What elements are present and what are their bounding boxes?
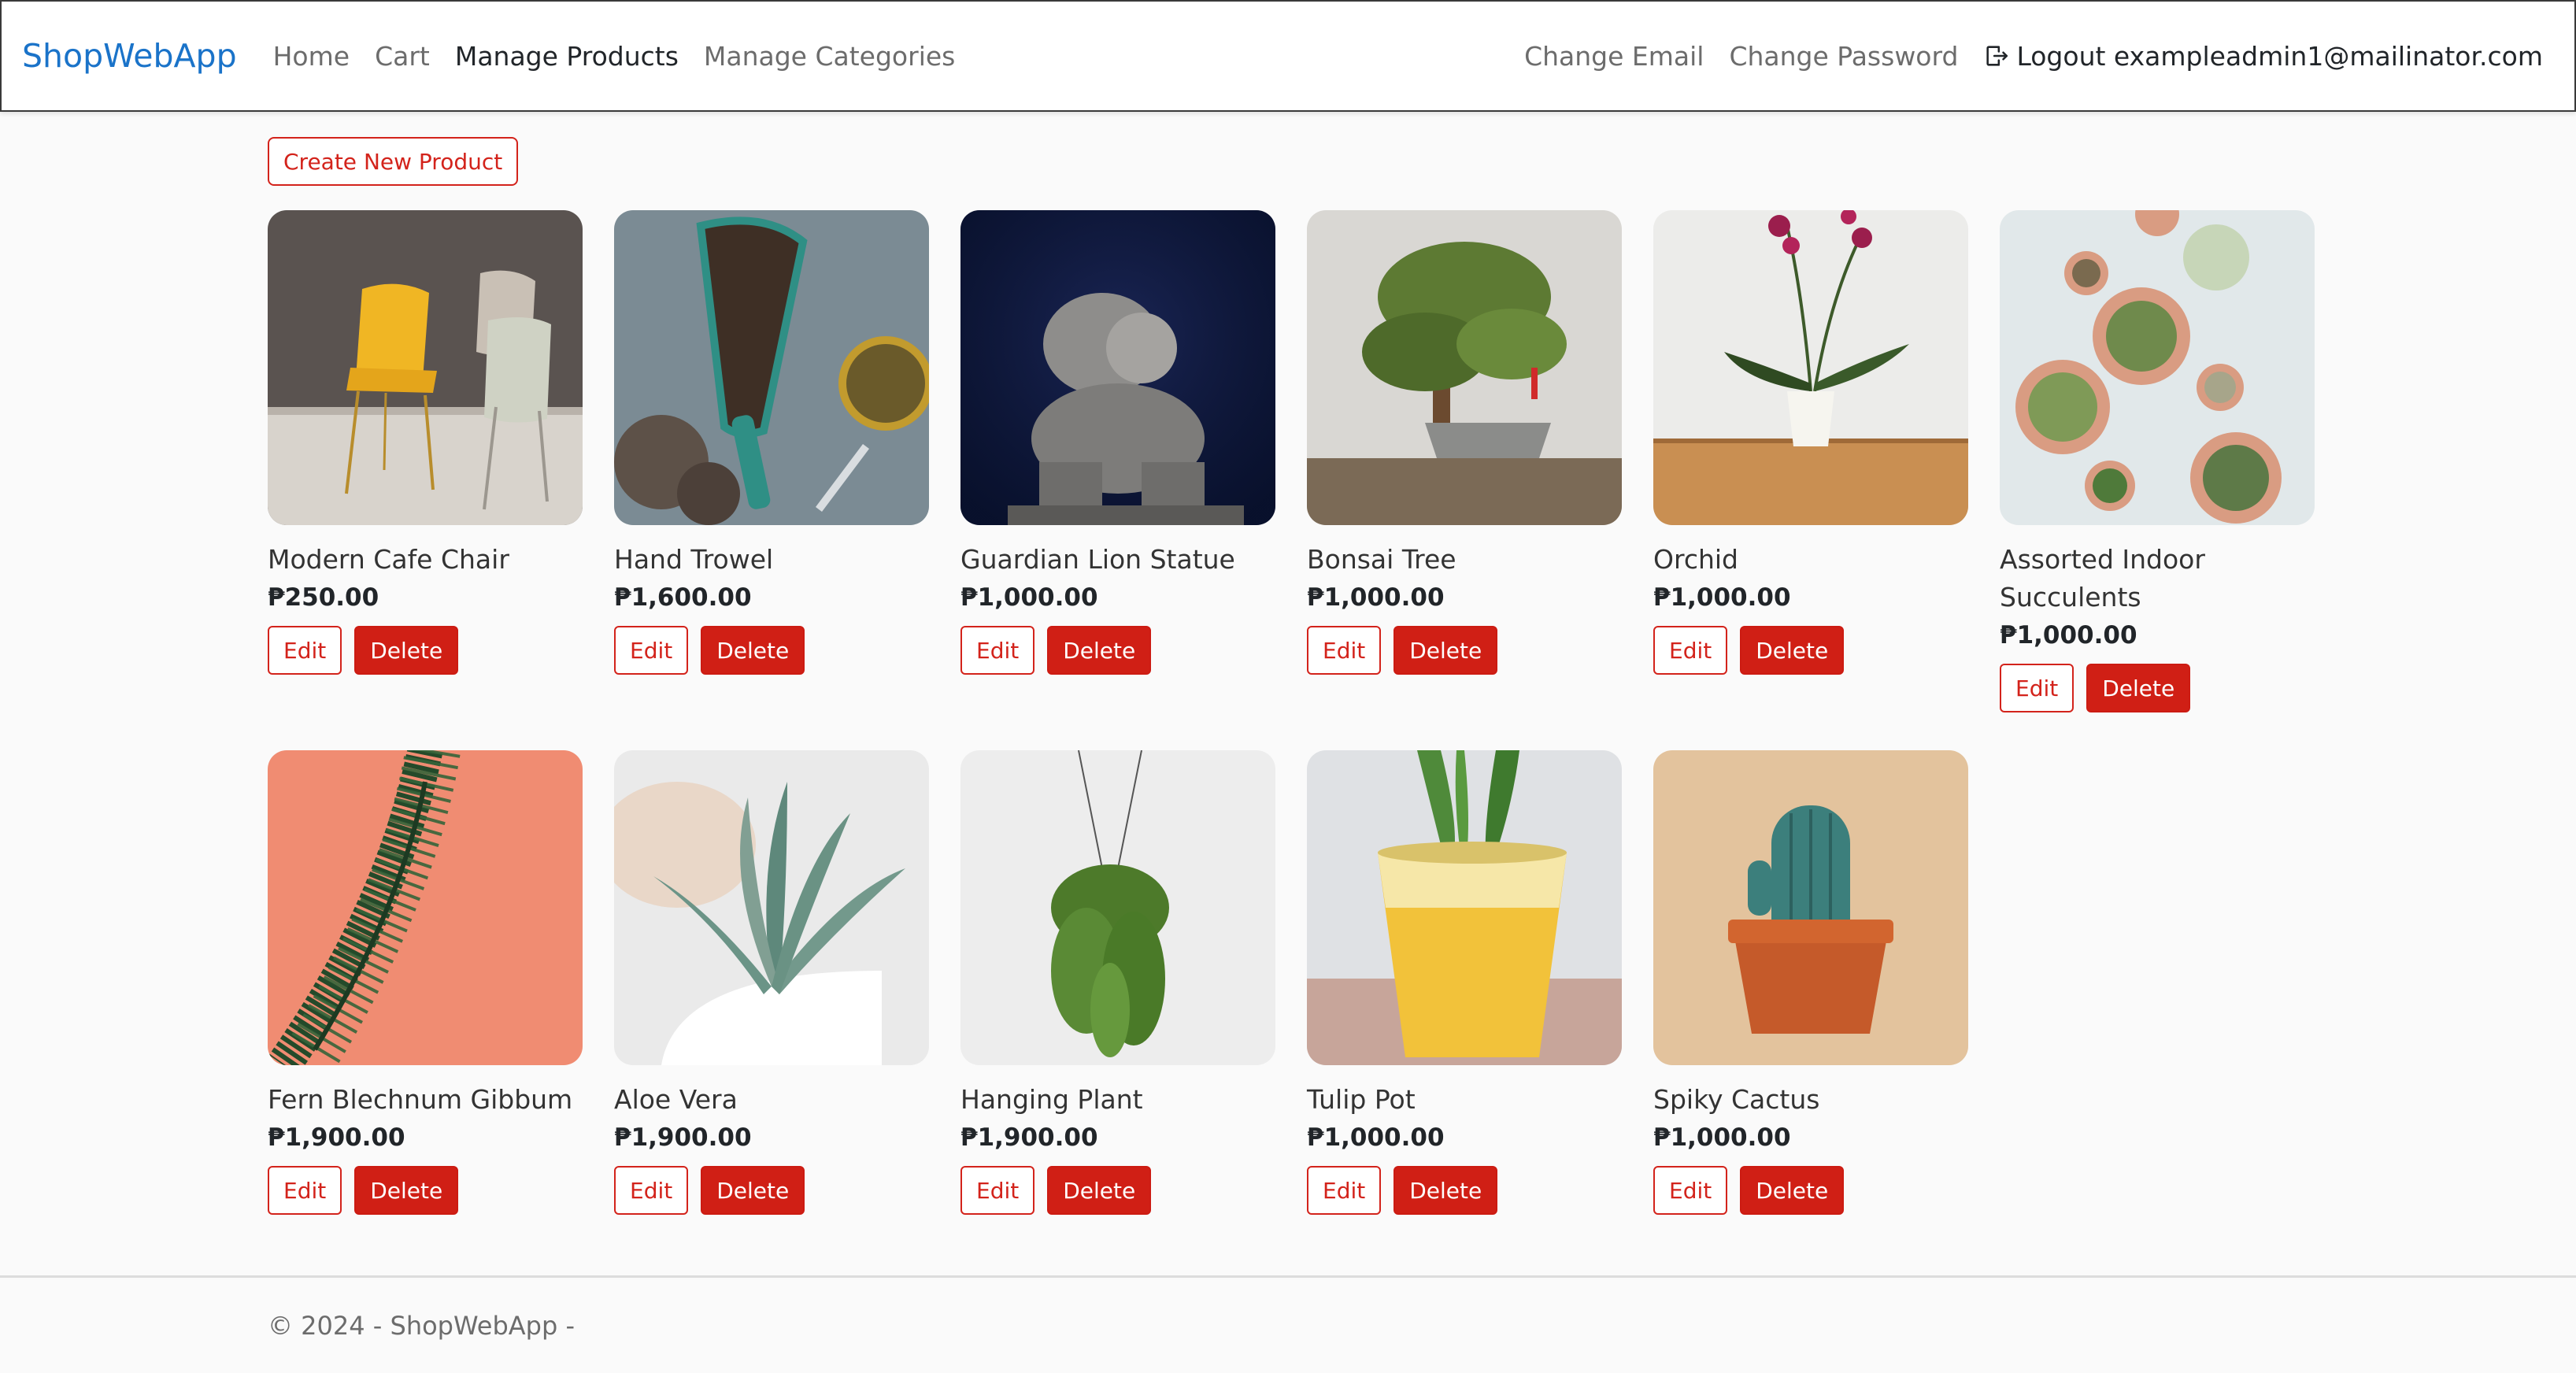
product-actions: Edit Delete bbox=[2000, 664, 2315, 712]
product-image bbox=[960, 210, 1275, 525]
edit-button[interactable]: Edit bbox=[960, 626, 1035, 675]
create-new-product-button[interactable]: Create New Product bbox=[268, 137, 519, 186]
product-price: ₱250.00 bbox=[268, 583, 379, 612]
nav-manage-categories[interactable]: Manage Categories bbox=[704, 41, 955, 72]
footer-text: © 2024 - ShopWebApp - bbox=[268, 1311, 575, 1341]
edit-button[interactable]: Edit bbox=[1653, 626, 1728, 675]
product-price: ₱1,000.00 bbox=[1653, 1123, 1791, 1152]
product-price: ₱1,000.00 bbox=[1653, 583, 1791, 612]
product-price: ₱1,000.00 bbox=[960, 583, 1098, 612]
product-price: ₱1,900.00 bbox=[614, 1123, 752, 1152]
product-actions: Edit Delete bbox=[614, 626, 929, 675]
product-name: Modern Cafe Chair bbox=[268, 544, 509, 575]
product-card: Fern Blechnum Gibbum ₱1,900.00 Edit Delete bbox=[268, 750, 583, 1215]
nav-change-email[interactable]: Change Email bbox=[1524, 41, 1704, 72]
delete-button[interactable]: Delete bbox=[1393, 626, 1498, 675]
delete-button[interactable]: Delete bbox=[2086, 664, 2191, 712]
product-name: Hand Trowel bbox=[614, 544, 774, 575]
product-price: ₱1,000.00 bbox=[2000, 621, 2137, 649]
product-actions: Edit Delete bbox=[1653, 626, 1968, 675]
product-image bbox=[2000, 210, 2315, 525]
product-price: ₱1,900.00 bbox=[960, 1123, 1098, 1152]
product-name: Guardian Lion Statue bbox=[960, 544, 1235, 575]
edit-button[interactable]: Edit bbox=[2000, 664, 2074, 712]
product-card: Hanging Plant ₱1,900.00 Edit Delete bbox=[960, 750, 1275, 1215]
footer: © 2024 - ShopWebApp - bbox=[0, 1275, 2576, 1373]
brand-link[interactable]: ShopWebApp bbox=[22, 37, 237, 75]
nav-home[interactable]: Home bbox=[273, 41, 350, 72]
delete-button[interactable]: Delete bbox=[354, 1166, 459, 1215]
product-image bbox=[1653, 210, 1968, 525]
product-name: Spiky Cactus bbox=[1653, 1084, 1820, 1115]
edit-button[interactable]: Edit bbox=[614, 1166, 689, 1215]
nav-right: Change Email Change Password Logout exam… bbox=[1499, 41, 2543, 72]
product-actions: Edit Delete bbox=[614, 1166, 929, 1215]
product-name: Hanging Plant bbox=[960, 1084, 1143, 1115]
navbar: ShopWebApp Home Cart Manage Products Man… bbox=[0, 0, 2576, 112]
delete-button[interactable]: Delete bbox=[1047, 1166, 1152, 1215]
product-card: Orchid ₱1,000.00 Edit Delete bbox=[1653, 210, 1968, 675]
product-image bbox=[614, 750, 929, 1065]
product-actions: Edit Delete bbox=[268, 1166, 583, 1215]
product-actions: Edit Delete bbox=[960, 1166, 1275, 1215]
product-price: ₱1,000.00 bbox=[1307, 583, 1445, 612]
product-actions: Edit Delete bbox=[1307, 1166, 1622, 1215]
product-card: Assorted Indoor Succulents ₱1,000.00 Edit D… bbox=[2000, 210, 2315, 712]
product-name: Assorted Indoor Succulents bbox=[2000, 544, 2205, 612]
product-image bbox=[268, 750, 583, 1065]
product-actions: Edit Delete bbox=[960, 626, 1275, 675]
product-image bbox=[960, 750, 1275, 1065]
product-name: Bonsai Tree bbox=[1307, 544, 1456, 575]
logout-label: Logout exampleadmin1@mailinator.com bbox=[2016, 40, 2543, 72]
product-name: Tulip Pot bbox=[1307, 1084, 1416, 1115]
delete-button[interactable]: Delete bbox=[1047, 626, 1152, 675]
product-price: ₱1,000.00 bbox=[1307, 1123, 1445, 1152]
logout-icon bbox=[1986, 46, 2008, 66]
edit-button[interactable]: Edit bbox=[268, 626, 342, 675]
product-image bbox=[1653, 750, 1968, 1065]
product-actions: Edit Delete bbox=[1307, 626, 1622, 675]
edit-button[interactable]: Edit bbox=[1307, 626, 1382, 675]
product-price: ₱1,600.00 bbox=[614, 583, 752, 612]
product-image bbox=[614, 210, 929, 525]
edit-button[interactable]: Edit bbox=[1307, 1166, 1382, 1215]
product-card: Modern Cafe Chair ₱250.00 Edit Delete bbox=[268, 210, 583, 675]
product-card: Hand Trowel ₱1,600.00 Edit Delete bbox=[614, 210, 929, 675]
product-image bbox=[1307, 210, 1622, 525]
nav-manage-products[interactable]: Manage Products bbox=[455, 41, 679, 72]
product-card: Aloe Vera ₱1,900.00 Edit Delete bbox=[614, 750, 929, 1215]
product-actions: Edit Delete bbox=[1653, 1166, 1968, 1215]
product-card: Tulip Pot ₱1,000.00 Edit Delete bbox=[1307, 750, 1622, 1215]
product-actions: Edit Delete bbox=[268, 626, 583, 675]
nav-cart[interactable]: Cart bbox=[375, 41, 430, 72]
delete-button[interactable]: Delete bbox=[1740, 626, 1845, 675]
product-card: Guardian Lion Statue ₱1,000.00 Edit Delete bbox=[960, 210, 1275, 675]
delete-button[interactable]: Delete bbox=[354, 626, 459, 675]
product-card: Bonsai Tree ₱1,000.00 Edit Delete bbox=[1307, 210, 1622, 675]
edit-button[interactable]: Edit bbox=[268, 1166, 342, 1215]
product-card: Spiky Cactus ₱1,000.00 Edit Delete bbox=[1653, 750, 1968, 1215]
nav-change-password[interactable]: Change Password bbox=[1729, 41, 1958, 72]
delete-button[interactable]: Delete bbox=[701, 626, 805, 675]
logout-button[interactable]: Logout exampleadmin1@mailinator.com bbox=[1983, 41, 2543, 72]
delete-button[interactable]: Delete bbox=[1740, 1166, 1845, 1215]
product-image bbox=[1307, 750, 1622, 1065]
product-name: Orchid bbox=[1653, 544, 1738, 575]
edit-button[interactable]: Edit bbox=[1653, 1166, 1728, 1215]
product-image bbox=[268, 210, 583, 525]
edit-button[interactable]: Edit bbox=[614, 626, 689, 675]
delete-button[interactable]: Delete bbox=[701, 1166, 805, 1215]
product-name: Fern Blechnum Gibbum bbox=[268, 1084, 573, 1115]
product-price: ₱1,900.00 bbox=[268, 1123, 405, 1152]
product-name: Aloe Vera bbox=[614, 1084, 738, 1115]
edit-button[interactable]: Edit bbox=[960, 1166, 1035, 1215]
nav-left: Home Cart Manage Products Manage Categor… bbox=[273, 41, 981, 72]
delete-button[interactable]: Delete bbox=[1393, 1166, 1498, 1215]
